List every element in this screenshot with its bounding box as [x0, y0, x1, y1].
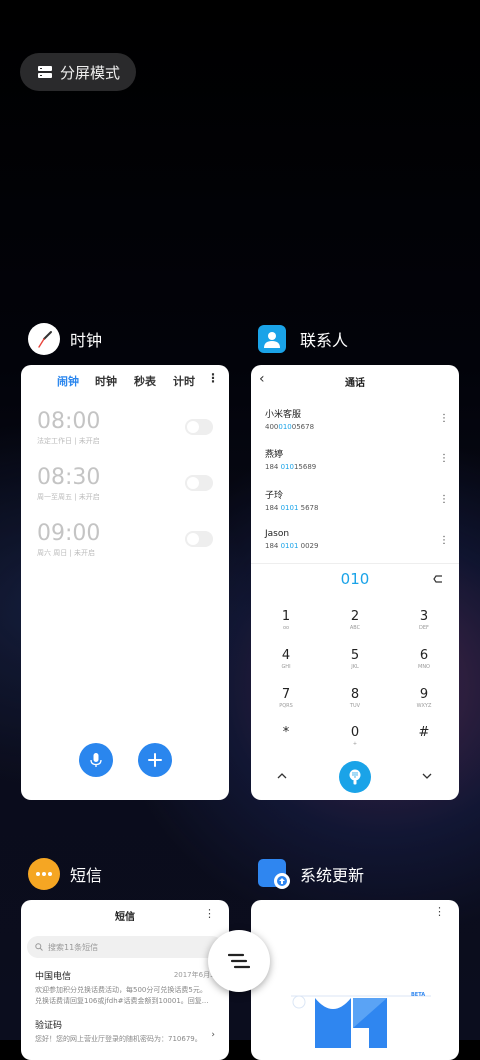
dial-key-1[interactable]: 1 ᴏᴏ — [261, 609, 311, 631]
more-menu-icon[interactable]: ⋮ — [207, 371, 219, 385]
contact-item[interactable]: Jason 184 0101 0029 ⋮ — [265, 529, 449, 563]
dial-key-5[interactable]: 5 JKL — [330, 648, 380, 670]
more-options-icon[interactable]: ⋮ — [439, 535, 449, 546]
alarm-desc: 法定工作日 | 未开启 — [37, 437, 100, 445]
dial-input[interactable]: 010 — [251, 570, 459, 588]
dial-key-hash[interactable]: # — [399, 725, 449, 741]
clear-all-icon — [228, 953, 250, 969]
dial-key-7[interactable]: 7 PQRS — [261, 687, 311, 709]
alarm-desc: 周一至周五 | 未开启 — [37, 493, 100, 501]
chevron-up-icon[interactable] — [277, 773, 287, 779]
contact-number: 40001005678 — [265, 423, 315, 431]
voice-alarm-button[interactable] — [79, 743, 113, 777]
search-icon — [35, 943, 43, 951]
contact-item[interactable]: 燕婷 184 01015689 ⋮ — [265, 447, 449, 481]
sms-app-card[interactable]: 短信 ⋮ 搜索11条短信 中国电信 2017年6月30 欢迎参加积分兑换话费活动… — [21, 900, 229, 1060]
dial-key-3[interactable]: 3 DEF — [399, 609, 449, 631]
alarm-toggle[interactable] — [185, 531, 213, 547]
contacts-app-name: 联系人 — [300, 331, 349, 350]
update-illustration — [291, 995, 431, 1048]
add-alarm-button[interactable] — [138, 743, 172, 777]
clock-app-header[interactable]: 时钟 — [28, 323, 102, 355]
contact-name: Jason — [265, 529, 290, 539]
alarm-item[interactable]: 08:00 法定工作日 | 未开启 — [37, 409, 213, 449]
microphone-icon — [90, 753, 102, 767]
contact-number: 184 0101 5678 — [265, 504, 319, 512]
split-screen-icon — [38, 66, 52, 78]
more-menu-icon[interactable]: ⋮ — [204, 907, 215, 920]
more-menu-icon[interactable]: ⋮ — [434, 905, 445, 918]
dial-key-0[interactable]: 0 + — [330, 725, 380, 747]
contacts-app-icon — [258, 325, 286, 353]
beta-badge: BETA — [411, 992, 426, 998]
sms-app-name: 短信 — [70, 866, 103, 885]
dial-key-9[interactable]: 9 WXYZ — [399, 687, 449, 709]
clock-app-icon — [28, 323, 60, 355]
update-app-icon — [258, 859, 290, 889]
chevron-right-icon: › — [211, 1030, 215, 1040]
update-app-card[interactable]: ⋮ BETA — [251, 900, 459, 1060]
backspace-icon[interactable] — [433, 575, 443, 583]
sms-app-icon — [28, 858, 60, 890]
search-placeholder: 搜索11条短信 — [48, 942, 99, 952]
message-preview-line1: 您好！您的网上营业厅登录的随机密码为：710679。 — [35, 1035, 202, 1043]
dialpad-button[interactable] — [339, 761, 371, 793]
sms-app-header[interactable]: 短信 — [28, 858, 102, 890]
chevron-down-icon[interactable] — [422, 773, 432, 779]
message-preview-line2: 兑换话费请回复106或jfdh#话费金额到10001。回复... — [35, 997, 209, 1005]
clock-app-card[interactable]: 闹钟 时钟 秒表 计时 ⋮ 08:00 法定工作日 | 未开启 08:30 周一… — [21, 365, 229, 800]
search-input[interactable]: 搜索11条短信 — [27, 936, 223, 958]
contact-name: 子玲 — [265, 491, 284, 501]
clear-all-button[interactable] — [208, 930, 270, 992]
split-screen-button[interactable]: 分屏模式 — [20, 53, 136, 91]
tab-stopwatch[interactable]: 秒表 — [134, 373, 156, 389]
dial-key-6[interactable]: 6 MNO — [399, 648, 449, 670]
contact-number: 184 0101 0029 — [265, 542, 319, 550]
tab-alarm[interactable]: 闹钟 — [57, 373, 79, 389]
clock-app-name: 时钟 — [70, 331, 103, 350]
divider — [251, 563, 459, 564]
message-item[interactable]: 中国电信 2017年6月30 欢迎参加积分兑换话费活动，每500分可兑换话费5元… — [35, 969, 219, 1006]
contact-name: 小米客服 — [265, 410, 302, 420]
alarm-item[interactable]: 09:00 周六 周日 | 未开启 — [37, 521, 213, 561]
more-options-icon[interactable]: ⋮ — [439, 453, 449, 464]
dialpad-icon — [349, 769, 361, 785]
contact-item[interactable]: 子玲 184 0101 5678 ⋮ — [265, 488, 449, 522]
message-sender: 验证码 — [35, 1021, 63, 1031]
dial-key-star[interactable]: * — [261, 725, 311, 741]
alarm-toggle[interactable] — [185, 475, 213, 491]
update-app-header[interactable]: 系统更新 — [258, 858, 364, 890]
alarm-toggle[interactable] — [185, 419, 213, 435]
page-title: 短信 — [115, 912, 135, 923]
more-options-icon[interactable]: ⋮ — [439, 413, 449, 424]
update-app-name: 系统更新 — [300, 866, 365, 885]
more-options-icon[interactable]: ⋮ — [439, 494, 449, 505]
contact-name: 燕婷 — [265, 450, 284, 460]
dial-key-2[interactable]: 2 ABC — [330, 609, 380, 631]
alarm-item[interactable]: 08:30 周一至周五 | 未开启 — [37, 465, 213, 505]
contacts-app-header[interactable]: 联系人 — [258, 323, 348, 355]
clock-tabs: 闹钟 时钟 秒表 计时 ⋮ — [21, 371, 229, 389]
dial-key-8[interactable]: 8 TUV — [330, 687, 380, 709]
plus-icon — [148, 753, 162, 767]
contact-item[interactable]: 小米客服 40001005678 ⋮ — [265, 407, 449, 441]
contact-number: 184 01015689 — [265, 463, 317, 471]
contacts-app-card[interactable]: ‹ 通话 小米客服 40001005678 ⋮ 燕婷 184 01015689 … — [251, 365, 459, 800]
message-preview-line1: 欢迎参加积分兑换话费活动，每500分可兑换话费5元。 — [35, 986, 207, 994]
split-screen-label: 分屏模式 — [60, 63, 121, 82]
message-item[interactable]: 验证码 您好！您的网上营业厅登录的随机密码为：710679。 › — [35, 1018, 215, 1044]
tab-timer[interactable]: 计时 — [173, 373, 195, 389]
page-title: 通话 — [345, 378, 365, 389]
tab-clock[interactable]: 时钟 — [95, 373, 117, 389]
alarm-desc: 周六 周日 | 未开启 — [37, 549, 96, 557]
dial-key-4[interactable]: 4 GHI — [261, 648, 311, 670]
